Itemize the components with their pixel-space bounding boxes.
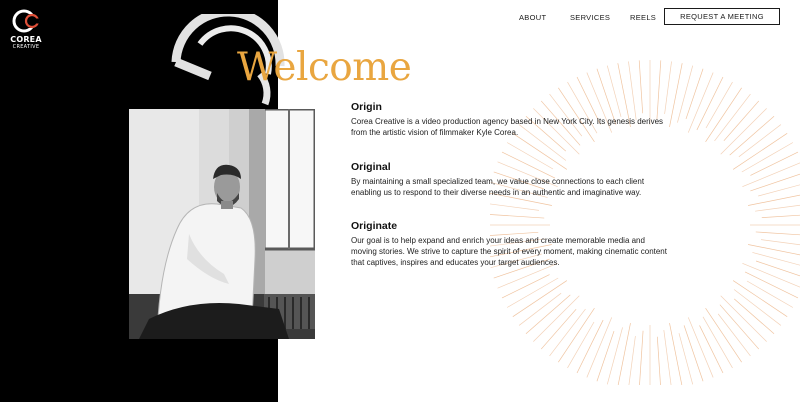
section-origin-body: Corea Creative is a video production age… (351, 117, 664, 138)
brand-name: COREA (10, 35, 42, 44)
sunburst-ray (490, 214, 545, 219)
sunburst-ray (761, 214, 800, 219)
request-meeting-button[interactable]: REQUEST A MEETING (664, 8, 780, 25)
section-originate-title: Originate (351, 220, 398, 232)
sunburst-ray (669, 323, 683, 385)
sunburst-ray (512, 280, 568, 317)
portrait-photo-icon (129, 109, 315, 339)
portrait-photo (129, 109, 315, 339)
sunburst-ray (719, 304, 760, 350)
section-originate: Originate Our goal is to help expand and… (351, 220, 671, 269)
sunburst-ray (755, 204, 800, 212)
sunburst-ray (639, 330, 644, 385)
section-original: Original By maintaining a small speciali… (351, 161, 671, 198)
sunburst-ray (683, 325, 704, 382)
sunburst-ray (705, 87, 742, 143)
sunburst-ray (748, 194, 800, 206)
sunburst-ray (750, 151, 799, 176)
sunburst-ray (525, 294, 571, 335)
brand-logo[interactable]: COREA CREATIVE (6, 6, 46, 50)
sunburst-ray (501, 274, 550, 299)
corea-logo-icon (12, 9, 40, 33)
brand-tagline: CREATIVE (12, 44, 40, 50)
sunburst-ray (656, 336, 661, 385)
section-origin-title: Origin (351, 101, 382, 113)
sunburst-ray (760, 239, 800, 246)
nav-services-link[interactable]: SERVICES (570, 13, 610, 22)
sunburst-ray (669, 63, 683, 127)
sunburst-ray (750, 173, 800, 192)
sunburst-ray (752, 252, 800, 266)
sunburst-ray (699, 325, 724, 374)
sunburst-ray (628, 335, 636, 385)
sunburst-ray (533, 295, 580, 342)
sunburst-ray (758, 184, 800, 197)
welcome-heading: Welcome (237, 45, 412, 90)
section-originate-body: Our goal is to help expand and enrich yo… (351, 236, 667, 268)
sunburst-ray (720, 108, 767, 155)
sunburst-ray (732, 280, 788, 317)
nav-reels-link[interactable]: REELS (630, 13, 656, 22)
sunburst-ray (729, 115, 775, 156)
sunburst-ray (596, 330, 615, 382)
nav-about-link[interactable]: ABOUT (519, 13, 546, 22)
sunburst-ray (663, 330, 672, 385)
section-origin: Origin Corea Creative is a video product… (351, 101, 671, 138)
section-original-body: By maintaining a small specialized team,… (351, 177, 645, 198)
sunburst-ray (720, 295, 767, 342)
sunburst-ray (755, 231, 800, 236)
top-navigation: ABOUT SERVICES REELS REQUEST A MEETING (519, 8, 780, 25)
sunburst-ray (678, 333, 694, 385)
sunburst-ray (617, 323, 631, 385)
sunburst-ray (687, 72, 714, 133)
sunburst-ray (705, 307, 742, 363)
sunburst-ray (586, 317, 613, 378)
sunburst-ray (732, 133, 788, 170)
sunburst-ray (685, 68, 704, 120)
section-original-title: Original (351, 161, 391, 173)
sunburst-ray (490, 203, 540, 211)
sunburst-ray (687, 317, 714, 378)
sunburst-ray (558, 307, 595, 363)
sunburst-ray (748, 244, 800, 256)
